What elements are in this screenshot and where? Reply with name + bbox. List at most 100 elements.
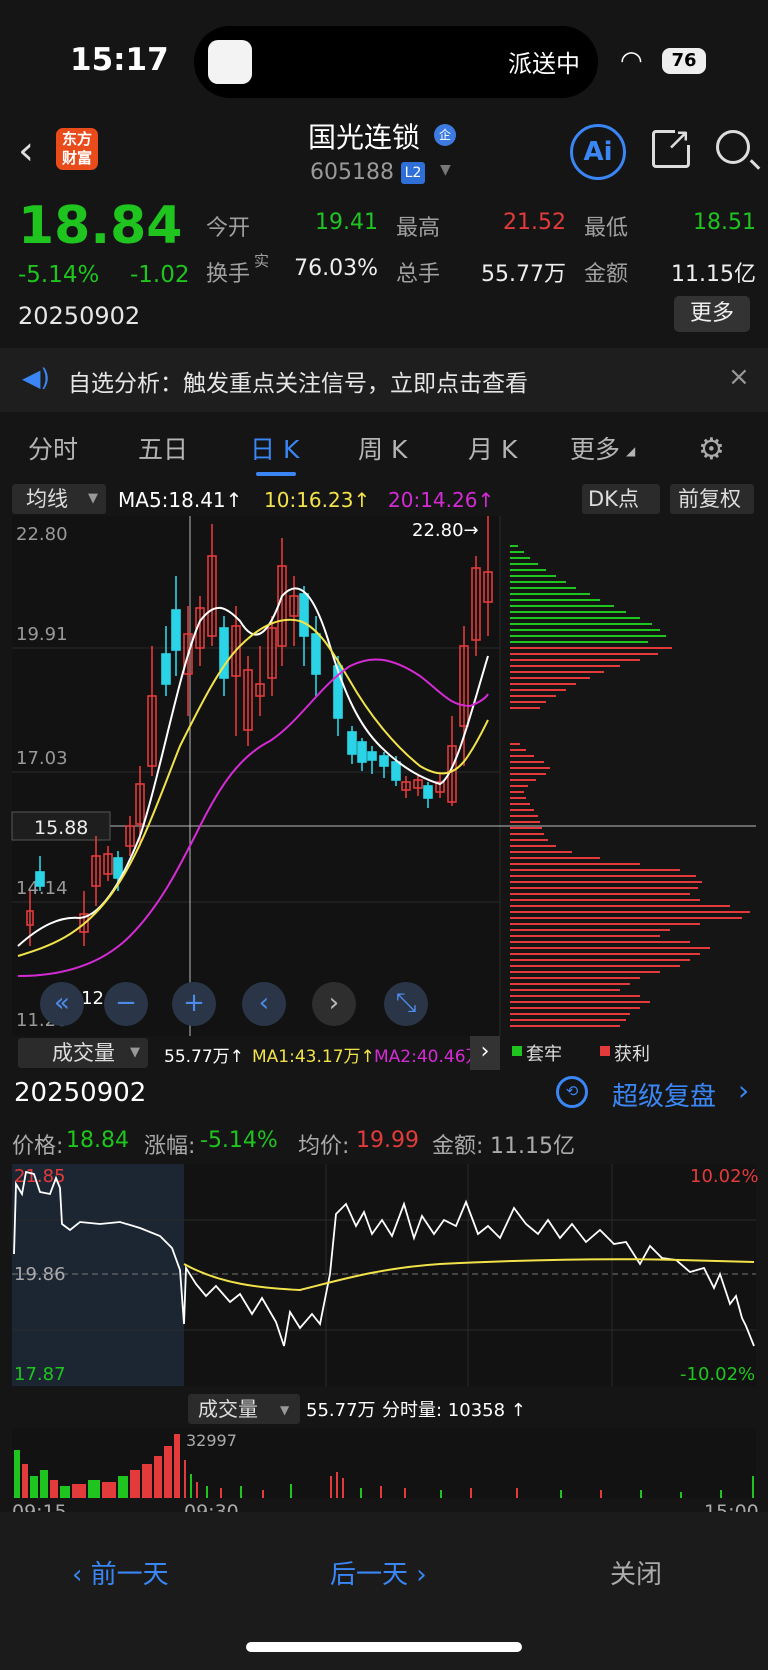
volume-value: 55.77万	[481, 262, 566, 287]
high-value: 21.52	[503, 210, 566, 235]
legend-swatch-profit	[600, 1046, 610, 1056]
intraday-volume-selector[interactable]: 成交量	[198, 1397, 258, 1421]
search-icon[interactable]	[716, 130, 750, 164]
more-quote-button[interactable]: 更多	[674, 296, 750, 332]
zoom-in-icon[interactable]: +	[172, 982, 216, 1026]
replay-date: 20250902	[14, 1078, 147, 1108]
share-arrow-icon: ↗	[666, 122, 692, 157]
quote-date: 20250902	[18, 302, 141, 330]
info-price-label: 价格:	[12, 1134, 64, 1159]
info-avg-label: 均价:	[298, 1134, 350, 1159]
tab-daily-k[interactable]: 日 K	[250, 430, 299, 466]
logo-text: 东方 财富	[61, 130, 92, 167]
bottom-nav: ‹ 前一天 后一天 › 关闭	[0, 1512, 768, 1670]
prev-day-label: 前一天	[90, 1560, 169, 1590]
chevron-down-icon: ▼	[130, 1045, 140, 1060]
dk-point-label: DK点	[588, 487, 639, 511]
chevron-left-icon[interactable]: ‹	[242, 982, 286, 1026]
close-button[interactable]: 关闭	[610, 1554, 662, 1591]
period-tabs: 分时 五日 日 K 周 K 月 K 更多 ◢ ⚙	[0, 420, 768, 480]
high-label: 最高	[396, 216, 441, 241]
info-amount-label: 金额:	[432, 1134, 484, 1159]
adjust-price-button[interactable]: 前复权	[670, 484, 754, 514]
chevron-down-icon: ▼	[280, 1403, 290, 1417]
active-tab-indicator	[256, 472, 296, 476]
stock-name: 国光连锁	[308, 121, 421, 154]
volume-ma2: MA2:40.46万	[374, 1047, 483, 1067]
intraday-pct-bottom: -10.02%	[680, 1364, 755, 1385]
volume-ma1: MA1:43.17万↑	[252, 1047, 375, 1067]
ma10-value: 10:16.23↑	[264, 488, 371, 512]
info-change-label: 涨幅:	[144, 1134, 196, 1159]
back-arrow-icon[interactable]: ‹	[18, 128, 34, 174]
ma5-value: MA5:18.41↑	[118, 488, 243, 512]
adjust-price-label: 前复权	[678, 487, 741, 511]
island-status-text: 派送中	[508, 50, 580, 78]
tab-weekly-k[interactable]: 周 K	[358, 430, 407, 466]
rewind-icon[interactable]: «	[40, 982, 84, 1026]
dynamic-island[interactable]: 派送中	[194, 26, 598, 98]
crosshair-price: 15.88	[34, 817, 88, 839]
intraday-y-mid: 19.86	[14, 1264, 66, 1285]
change-percent: -5.14%	[18, 262, 100, 288]
delivery-app-icon	[208, 40, 252, 84]
amount-label: 金额	[584, 262, 629, 287]
turnover-value: 76.03%	[294, 256, 378, 281]
intraday-pct-top: 10.02%	[690, 1166, 759, 1187]
kline-plot-bg	[12, 516, 500, 1036]
ma20-value: 20:14.26↑	[388, 488, 495, 512]
open-value: 19.41	[315, 210, 378, 235]
chevron-right-icon[interactable]: ›	[312, 982, 356, 1026]
dk-point-button[interactable]: DK点	[582, 484, 660, 514]
kline-chart[interactable]: 15.88 22.80 19.91 17.03 14.14 11.26 22.8…	[0, 516, 768, 1036]
level2-badge[interactable]: L2	[401, 162, 425, 184]
peak-volume-label: 32997	[186, 1431, 237, 1450]
enterprise-badge: 企	[434, 124, 456, 146]
app-logo[interactable]: 东方 财富	[56, 128, 98, 170]
legend-trapped: 套牢	[526, 1044, 562, 1065]
intraday-chart[interactable]: 21.85 19.86 17.87 10.02% -10.02% 成交量 ▼ 5…	[0, 1164, 768, 1514]
fullscreen-icon[interactable]: ⤡	[384, 982, 428, 1026]
speaker-icon: ◀)	[22, 364, 50, 392]
close-icon[interactable]: ×	[728, 362, 750, 392]
change-amount: -1.02	[130, 262, 190, 288]
tab-intraday[interactable]: 分时	[28, 430, 78, 466]
amount-value: 11.15亿	[671, 262, 756, 287]
home-indicator	[246, 1642, 522, 1652]
battery-icon: 76	[662, 48, 706, 74]
indicator-selector[interactable]: 均线 ▼	[12, 484, 106, 514]
volume-selector-label: 成交量	[52, 1041, 115, 1065]
chevron-right-icon[interactable]: ›	[738, 1074, 749, 1107]
last-price: 18.84	[18, 196, 183, 256]
tab-five-day[interactable]: 五日	[138, 430, 188, 466]
open-label: 今开	[206, 216, 251, 241]
tab-more[interactable]: 更多	[570, 430, 620, 466]
prev-day-button[interactable]: ‹ 前一天	[72, 1554, 169, 1591]
info-change: -5.14%	[200, 1128, 278, 1153]
chevron-down-icon[interactable]: ▼	[440, 162, 451, 178]
volume-value: 55.77万↑	[164, 1047, 244, 1067]
info-price: 18.84	[66, 1128, 129, 1153]
legend-swatch-trapped	[512, 1046, 522, 1056]
expand-chevron-icon[interactable]: ›	[470, 1036, 500, 1070]
history-icon[interactable]: ⟲	[556, 1076, 588, 1108]
notice-text[interactable]: 自选分析：触发重点关注信号，立即点击查看	[68, 364, 528, 398]
turnover-label: 换手	[206, 262, 251, 287]
next-day-button[interactable]: 后一天 ›	[330, 1554, 427, 1591]
next-day-label: 后一天	[330, 1560, 409, 1590]
super-replay-link[interactable]: 超级复盘	[612, 1076, 716, 1113]
volume-selector[interactable]: 成交量 ▼	[18, 1038, 148, 1068]
ai-button[interactable]: Ai	[570, 124, 626, 180]
chip-distribution	[510, 545, 750, 1027]
zoom-out-icon[interactable]: −	[104, 982, 148, 1026]
y-tick-label: 22.80	[16, 524, 68, 545]
turnover-sup: 实	[254, 252, 270, 270]
indicator-selector-label: 均线	[26, 487, 68, 511]
signal-notice-bar[interactable]: ◀) 自选分析：触发重点关注信号，立即点击查看 ×	[0, 348, 768, 412]
tab-monthly-k[interactable]: 月 K	[468, 430, 517, 466]
intraday-y-bottom: 17.87	[14, 1364, 66, 1385]
chevron-down-icon: ▼	[88, 491, 98, 506]
volume-label: 总手	[396, 262, 441, 287]
gear-icon[interactable]: ⚙	[698, 432, 725, 467]
stock-code: 605188	[310, 160, 394, 185]
